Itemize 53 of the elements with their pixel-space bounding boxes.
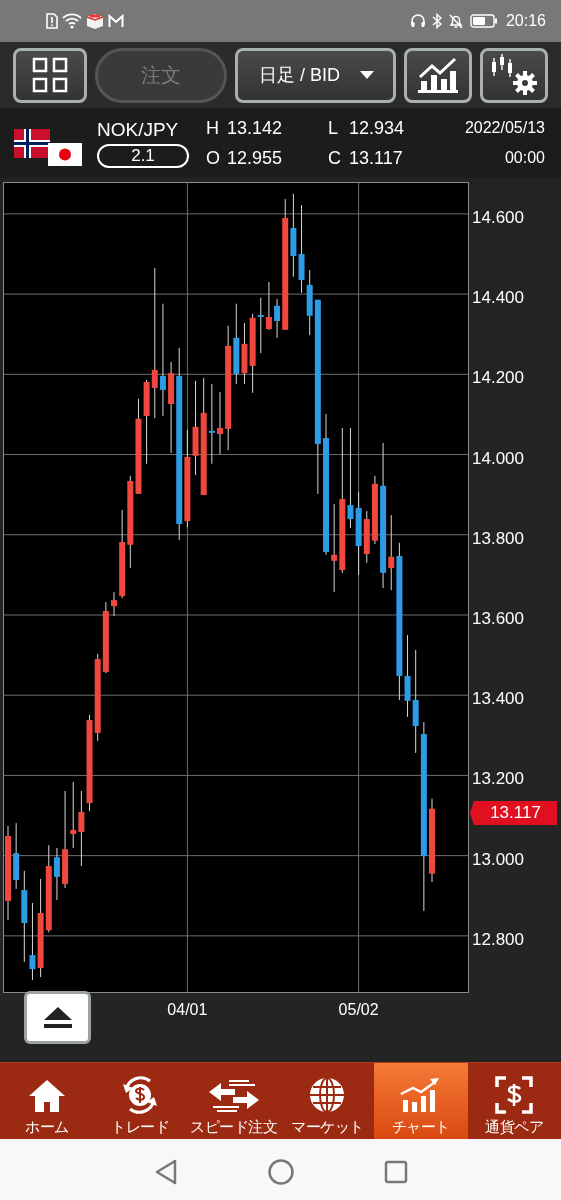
recents-icon <box>382 1158 409 1185</box>
price-value: 13.117 <box>349 146 403 170</box>
price-axis-label: 13.800 <box>472 528 524 549</box>
menu-grid-button[interactable] <box>13 47 87 103</box>
indicator-button[interactable] <box>404 47 473 103</box>
price-axis-label: 14.000 <box>472 448 524 469</box>
price-axis-label: 13.400 <box>472 689 524 710</box>
norway-flag-icon <box>14 128 50 158</box>
price-axis-label: 12.800 <box>472 929 524 950</box>
price-label: C <box>328 146 340 170</box>
price-value: 12.934 <box>349 116 405 140</box>
alert-icon <box>46 13 58 29</box>
wifi-icon <box>62 13 82 29</box>
price-axis-label: 13.600 <box>472 608 524 629</box>
quote-time: 00:00 <box>504 148 545 168</box>
japan-flag-icon <box>48 143 82 166</box>
eject-icon <box>42 1006 73 1029</box>
collapse-button[interactable] <box>24 991 91 1044</box>
bar-chart-icon <box>418 57 459 93</box>
candles-gear-icon <box>489 54 540 96</box>
price-axis-label: 13.200 <box>472 769 524 790</box>
globe-icon <box>308 1076 347 1114</box>
price-label: H <box>206 116 218 140</box>
candle <box>217 391 223 455</box>
price-axis-label: 13.000 <box>472 849 524 870</box>
price-value: 12.955 <box>227 146 283 170</box>
battery-icon <box>469 14 498 28</box>
mail-icon <box>108 14 124 28</box>
caret-icon <box>359 71 374 79</box>
home-circle-icon <box>266 1157 295 1186</box>
dollar-frame-icon <box>495 1076 534 1114</box>
date-axis-label: 04/01 <box>167 1000 208 1020</box>
date-axis-label: 05/02 <box>338 1000 379 1020</box>
spread-value: 2.1 <box>97 144 189 168</box>
bluetooth-icon <box>431 13 442 29</box>
headphones-icon <box>409 13 426 29</box>
price-axis-label: 14.400 <box>472 288 524 309</box>
price-label: O <box>206 146 218 170</box>
price-label: L <box>328 116 339 140</box>
candle <box>111 591 117 617</box>
price-axis-label: 14.200 <box>472 368 524 389</box>
nav-tab[interactable]: チャート <box>374 1063 468 1139</box>
box-icon <box>86 13 104 29</box>
quote-date: 2022/05/13 <box>464 118 545 138</box>
timeframe-dropdown[interactable]: 日足 / BID <box>234 47 397 103</box>
bell-off-icon <box>447 13 464 29</box>
price-axis-label: 14.600 <box>472 207 524 228</box>
currency-pair: NOK/JPY <box>97 118 179 142</box>
price-value: 13.142 <box>227 116 283 140</box>
grid-icon <box>31 57 68 93</box>
current-price-tag: 13.117 <box>470 801 557 825</box>
clock-time: 20:16 <box>505 11 546 31</box>
chart-settings-button[interactable] <box>480 47 548 103</box>
